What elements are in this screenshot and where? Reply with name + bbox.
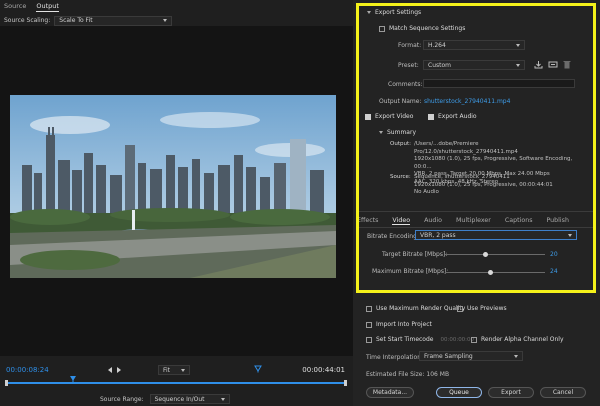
- in-out-markers: [108, 367, 121, 373]
- source-range-label: Source Range:: [100, 395, 144, 403]
- chevron-down-icon: [220, 397, 225, 401]
- zoom-dropdown[interactable]: Fit: [158, 365, 190, 375]
- render-alpha-label: Render Alpha Channel Only: [481, 336, 564, 343]
- range-end-handle[interactable]: [344, 380, 347, 386]
- import-into-project-checkbox[interactable]: [366, 321, 372, 328]
- cancel-button[interactable]: Cancel: [540, 387, 586, 398]
- timecode-current[interactable]: 00:00:08:24: [6, 366, 49, 374]
- chevron-down-icon: [514, 354, 518, 358]
- render-alpha-row: Render Alpha Channel Only: [471, 336, 564, 343]
- use-previews-checkbox[interactable]: [457, 305, 463, 312]
- max-render-quality-checkbox[interactable]: [366, 305, 372, 312]
- chevron-down-icon: [163, 19, 168, 22]
- tab-output[interactable]: Output: [36, 2, 59, 12]
- export-settings-highlight: [356, 3, 596, 293]
- monitor-tabs: Source Output: [4, 2, 59, 12]
- settings-icon[interactable]: [254, 365, 262, 373]
- chevron-down-icon: [181, 368, 185, 372]
- mark-in-icon[interactable]: [108, 367, 112, 373]
- export-button[interactable]: Export: [488, 387, 534, 398]
- import-into-project-label: Import Into Project: [376, 321, 432, 328]
- set-start-timecode-row: Set Start Timecode 00:00:00:00: [366, 336, 474, 343]
- source-scaling-row: Source Scaling: Scale To Fit: [4, 15, 173, 26]
- city-skyline-image: [10, 95, 336, 278]
- timeline-scrubber[interactable]: [5, 382, 347, 384]
- use-previews-label: Use Previews: [467, 305, 507, 312]
- use-previews-row: Use Previews: [457, 305, 507, 312]
- program-monitor-panel: Source Output Source Scaling: Scale To F…: [0, 0, 353, 406]
- mark-out-icon[interactable]: [117, 367, 121, 373]
- time-interpolation-value: Frame Sampling: [424, 352, 473, 360]
- zoom-value: Fit: [163, 366, 171, 374]
- import-into-project-row: Import Into Project: [366, 321, 432, 328]
- estimated-file-size: Estimated File Size: 106 MB: [366, 371, 450, 378]
- source-scaling-value: Scale To Fit: [59, 17, 93, 24]
- render-alpha-checkbox[interactable]: [471, 336, 477, 343]
- max-render-quality-label: Use Maximum Render Quality: [376, 305, 466, 312]
- video-preview-frame: [10, 95, 336, 278]
- start-timecode-field[interactable]: 00:00:00:00: [440, 337, 474, 343]
- source-range-value: Sequence In/Out: [154, 395, 205, 403]
- source-scaling-dropdown[interactable]: Scale To Fit: [54, 15, 173, 26]
- time-interpolation-label: Time Interpolation:: [366, 354, 424, 361]
- metadata-button[interactable]: Metadata...: [366, 387, 414, 398]
- timecode-duration: 00:00:44:01: [302, 366, 345, 374]
- set-start-timecode-checkbox[interactable]: [366, 336, 372, 343]
- set-start-timecode-label: Set Start Timecode: [376, 336, 434, 343]
- queue-button[interactable]: Queue: [436, 387, 482, 398]
- time-interpolation-dropdown[interactable]: Frame Sampling: [419, 351, 523, 361]
- source-range-dropdown[interactable]: Sequence In/Out: [149, 394, 230, 404]
- playhead-handle[interactable]: [70, 376, 76, 383]
- max-render-quality-row: Use Maximum Render Quality: [366, 305, 465, 312]
- source-scaling-label: Source Scaling:: [4, 17, 51, 24]
- tab-source[interactable]: Source: [4, 2, 26, 12]
- range-start-handle[interactable]: [5, 380, 8, 386]
- source-range-row: Source Range: Sequence In/Out: [100, 394, 230, 404]
